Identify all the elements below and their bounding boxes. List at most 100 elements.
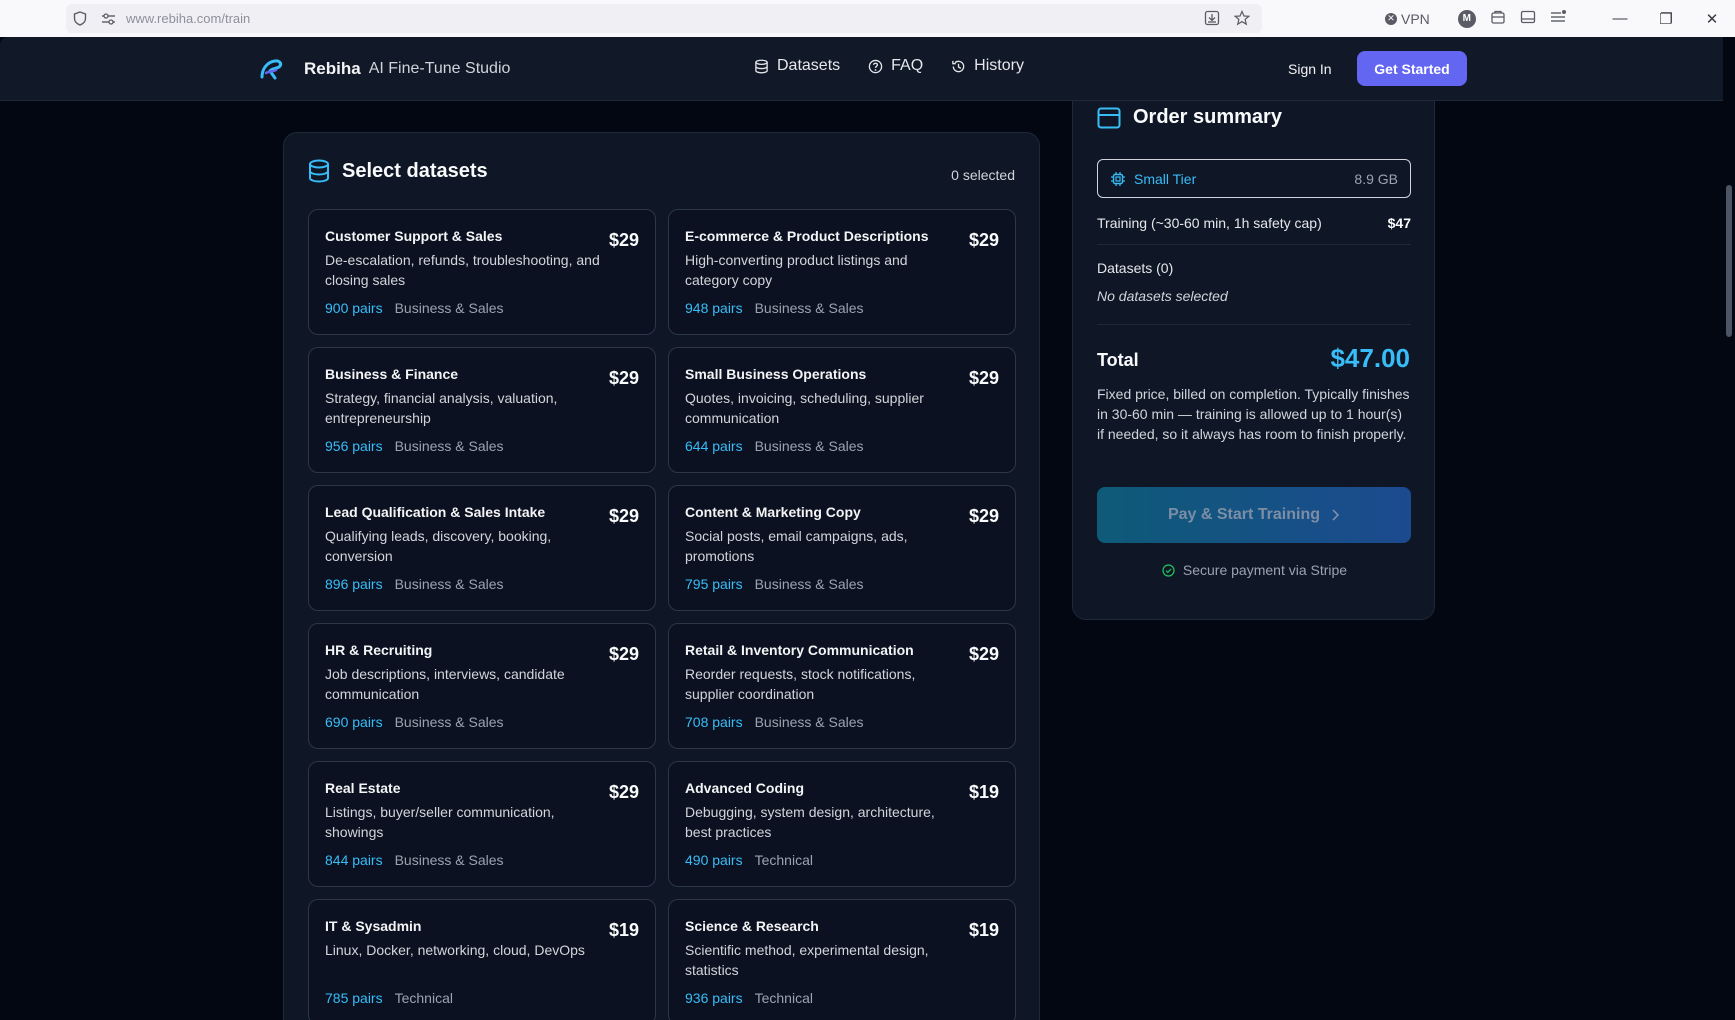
brand-name: Rebiha: [304, 59, 361, 78]
dataset-category: Business & Sales: [754, 714, 864, 730]
nav-datasets-label: Datasets: [777, 57, 841, 74]
nav-history[interactable]: History: [951, 57, 1024, 75]
pay-start-training-button[interactable]: Pay & Start Training: [1097, 487, 1411, 543]
dataset-price: $19: [608, 920, 639, 940]
dataset-category: Business & Sales: [754, 576, 864, 592]
dataset-card[interactable]: Lead Qualification & Sales Intake $29 Qu…: [308, 485, 656, 611]
top-navbar: Rebiha AI Fine-Tune Studio Datasets FAQ …: [0, 37, 1723, 101]
nav-links: Datasets FAQ History: [754, 57, 1024, 75]
url-text[interactable]: www.rebiha.com/train: [126, 11, 250, 26]
brand[interactable]: Rebiha AI Fine-Tune Studio: [258, 57, 510, 81]
dataset-category: Business & Sales: [394, 438, 504, 454]
database-icon: [309, 159, 329, 183]
site-settings-icon[interactable]: [94, 12, 122, 25]
select-datasets-header: Select datasets: [308, 159, 488, 183]
tier-size: 8.9 GB: [1354, 170, 1398, 187]
dataset-description: Strategy, financial analysis, valuation,…: [325, 390, 558, 426]
total-value: $47.00: [1330, 343, 1410, 373]
dataset-title: E-commerce & Product Descriptions: [685, 228, 929, 244]
dataset-card[interactable]: HR & Recruiting $29 Job descriptions, in…: [308, 623, 656, 749]
restore-icon[interactable]: ❐: [1643, 0, 1689, 37]
dataset-card[interactable]: Small Business Operations $29 Quotes, in…: [668, 347, 1016, 473]
dataset-meta: 900 pairs Business & Sales: [325, 300, 504, 316]
dataset-description: Debugging, system design, architecture, …: [685, 804, 935, 840]
address-bar[interactable]: www.rebiha.com/train: [66, 4, 1262, 33]
dataset-card[interactable]: Customer Support & Sales $29 De-escalati…: [308, 209, 656, 335]
nav-datasets[interactable]: Datasets: [754, 57, 840, 75]
datasets-count-label: Datasets (0): [1097, 260, 1174, 276]
receipt-icon: [1097, 107, 1121, 128]
dataset-category: Technical: [754, 852, 813, 868]
dataset-price: $29: [608, 644, 639, 664]
dataset-card[interactable]: Science & Research $19 Scientific method…: [668, 899, 1016, 1020]
select-datasets-title: Select datasets: [342, 159, 488, 182]
scrollbar-thumb[interactable]: [1726, 185, 1732, 337]
order-summary-title: Order summary: [1133, 106, 1282, 128]
dataset-description: Qualifying leads, discovery, booking, co…: [325, 528, 552, 564]
page-scrollbar[interactable]: [1723, 37, 1735, 1020]
dataset-category: Business & Sales: [394, 300, 504, 316]
browser-toolbar: www.rebiha.com/train ✕ VPN M — ❐ ✕: [0, 0, 1735, 37]
minimize-icon[interactable]: —: [1597, 0, 1643, 37]
dataset-description: De-escalation, refunds, troubleshooting,…: [325, 252, 600, 288]
training-line-item: Training (~30-60 min, 1h safety cap) $47: [1097, 215, 1411, 231]
nav-faq[interactable]: FAQ: [868, 57, 923, 75]
dataset-card[interactable]: IT & Sysadmin $19 Linux, Docker, network…: [308, 899, 656, 1020]
dataset-card[interactable]: Retail & Inventory Communication $29 Reo…: [668, 623, 1016, 749]
dataset-title: IT & Sysadmin: [325, 918, 422, 934]
dataset-price: $29: [608, 368, 639, 388]
tier-selector[interactable]: Small Tier 8.9 GB: [1097, 159, 1411, 198]
dataset-meta: 785 pairs Technical: [325, 990, 453, 1006]
shield-icon[interactable]: [66, 11, 94, 26]
dataset-card[interactable]: Content & Marketing Copy $29 Social post…: [668, 485, 1016, 611]
vpn-button[interactable]: ✕ VPN: [1385, 11, 1430, 27]
dataset-pairs: 644 pairs: [685, 438, 743, 454]
chevron-right-icon: [1332, 509, 1340, 521]
dataset-title: Customer Support & Sales: [325, 228, 503, 244]
dataset-meta: 936 pairs Technical: [685, 990, 813, 1006]
tier-name: Small Tier: [1134, 170, 1197, 187]
dataset-price: $29: [968, 506, 999, 526]
page-viewport: Order summary Small Tier 8.9 GB Training…: [0, 37, 1735, 1020]
dataset-price: $29: [968, 368, 999, 388]
dataset-category: Business & Sales: [394, 852, 504, 868]
dataset-meta: 690 pairs Business & Sales: [325, 714, 504, 730]
dataset-description: Job descriptions, interviews, candidate …: [325, 666, 565, 702]
dataset-title: Real Estate: [325, 780, 401, 796]
dataset-meta: 490 pairs Technical: [685, 852, 813, 868]
dataset-card[interactable]: Real Estate $29 Listings, buyer/seller c…: [308, 761, 656, 887]
dataset-title: Lead Qualification & Sales Intake: [325, 504, 546, 520]
check-circle-icon: [1162, 563, 1175, 577]
get-started-button[interactable]: Get Started: [1357, 51, 1467, 86]
download-page-icon[interactable]: [1202, 8, 1222, 28]
extensions-icon[interactable]: [1490, 9, 1506, 28]
selected-count: 0 selected: [951, 167, 1015, 183]
sidebar-toggle-icon[interactable]: [1520, 9, 1536, 28]
dataset-description: Social posts, email campaigns, ads, prom…: [685, 528, 908, 564]
dataset-card[interactable]: E-commerce & Product Descriptions $29 Hi…: [668, 209, 1016, 335]
dataset-title: Advanced Coding: [685, 780, 805, 796]
dataset-category: Technical: [754, 990, 813, 1006]
secure-payment-text: Secure payment via Stripe: [1182, 562, 1348, 578]
dataset-price: $19: [968, 920, 999, 940]
profile-avatar[interactable]: M: [1457, 9, 1476, 28]
close-window-icon[interactable]: ✕: [1689, 0, 1735, 37]
select-datasets-panel: Select datasets 0 selected Customer Supp…: [283, 132, 1040, 1020]
vpn-label: VPN: [1401, 10, 1430, 27]
history-icon: [952, 60, 965, 72]
billing-note: Fixed price, billed on completion. Typic…: [1097, 386, 1410, 442]
dataset-price: $19: [968, 782, 999, 802]
app-menu-icon[interactable]: [1550, 9, 1566, 28]
dataset-category: Business & Sales: [754, 300, 864, 316]
dataset-card[interactable]: Business & Finance $29 Strategy, financi…: [308, 347, 656, 473]
dataset-card[interactable]: Advanced Coding $19 Debugging, system de…: [668, 761, 1016, 887]
bookmark-star-icon[interactable]: [1232, 8, 1252, 28]
dataset-pairs: 795 pairs: [685, 576, 743, 592]
dataset-title: Business & Finance: [325, 366, 459, 382]
training-label: Training (~30-60 min, 1h safety cap): [1097, 215, 1322, 231]
rebiha-logo-icon: [260, 59, 283, 80]
dataset-category: Technical: [394, 990, 453, 1006]
sign-in-link[interactable]: Sign In: [1288, 61, 1332, 77]
dataset-category: Business & Sales: [394, 714, 504, 730]
dataset-price: $29: [608, 506, 639, 526]
